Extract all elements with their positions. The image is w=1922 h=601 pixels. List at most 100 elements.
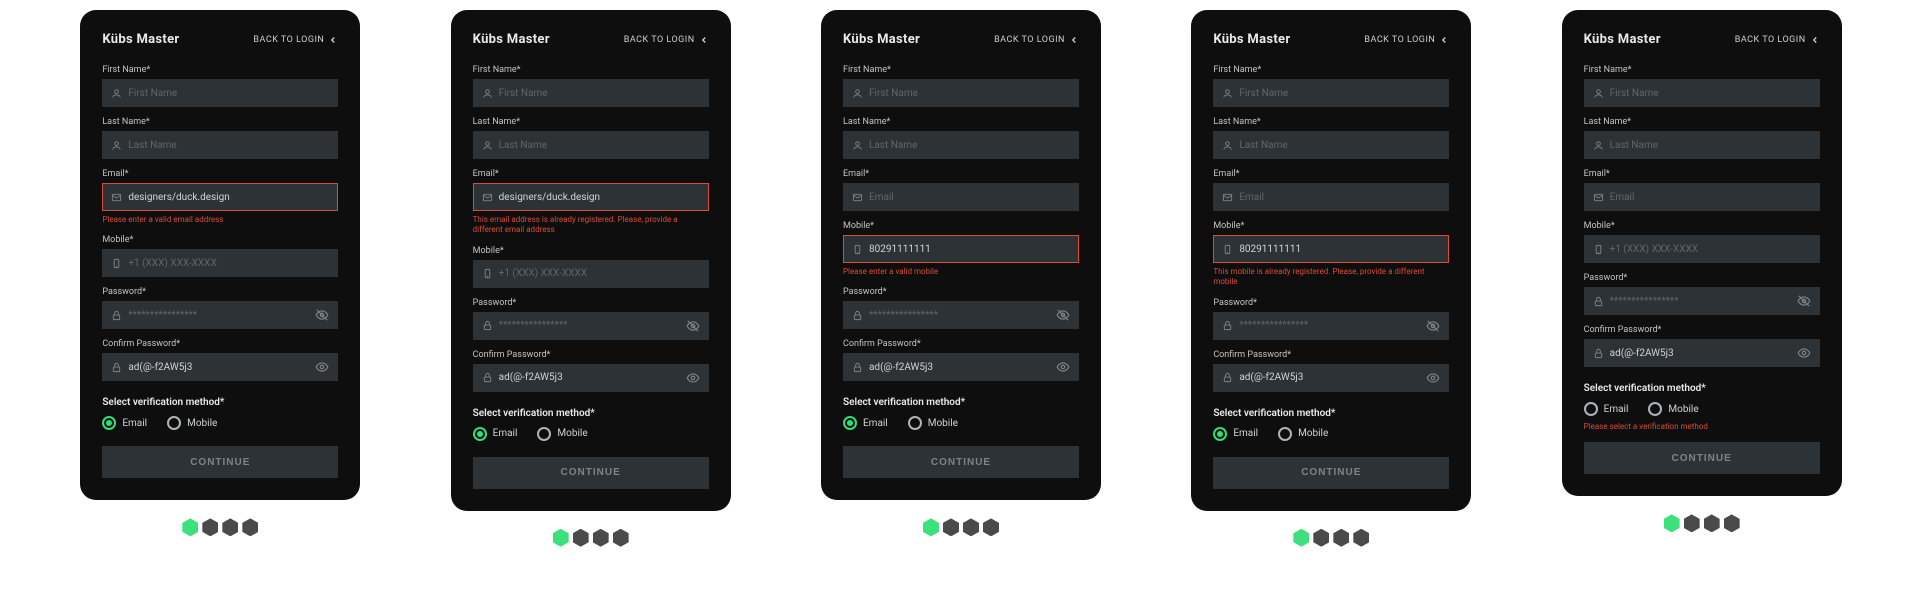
- continue-button[interactable]: CONTINUE: [102, 446, 338, 478]
- email-label: Email*: [1584, 169, 1820, 179]
- verify-radio-group: Email Mobile: [102, 416, 338, 430]
- first-name-input[interactable]: First Name: [843, 79, 1079, 107]
- last-name-input[interactable]: Last Name: [1213, 131, 1449, 159]
- password-input[interactable]: ****************: [843, 301, 1079, 329]
- first-name-input[interactable]: First Name: [102, 79, 338, 107]
- chevron-left-icon: [1069, 35, 1079, 45]
- confirm-password-input[interactable]: ad(@-f2AW5j3: [843, 353, 1079, 381]
- back-to-login-link[interactable]: BACK TO LOGIN: [1735, 35, 1820, 45]
- radio-mobile-label: Mobile: [928, 418, 958, 429]
- eye-off-icon[interactable]: [1426, 319, 1440, 333]
- confirm-password-input[interactable]: ad(@-f2AW5j3: [102, 353, 338, 381]
- lock-icon: [111, 310, 122, 321]
- pagination-hex-row: [553, 529, 629, 547]
- password-input[interactable]: ****************: [1584, 287, 1820, 315]
- password-placeholder: ****************: [128, 310, 309, 321]
- phone-icon: [1593, 244, 1604, 255]
- back-label: BACK TO LOGIN: [994, 35, 1065, 45]
- password-label: Password*: [843, 287, 1079, 297]
- email-input[interactable]: Email: [1213, 183, 1449, 211]
- continue-button[interactable]: CONTINUE: [843, 446, 1079, 478]
- eye-off-icon[interactable]: [315, 308, 329, 322]
- mail-icon: [111, 192, 122, 203]
- signup-card: Kübs Master BACK TO LOGIN First Name* Fi…: [451, 10, 731, 511]
- back-to-login-link[interactable]: BACK TO LOGIN: [1364, 35, 1449, 45]
- verify-method-label: Select verification method*: [843, 397, 1079, 408]
- first-name-label: First Name*: [1213, 65, 1449, 75]
- hex-indicator: [943, 518, 959, 536]
- email-input[interactable]: Email: [843, 183, 1079, 211]
- first-name-input[interactable]: First Name: [473, 79, 709, 107]
- eye-off-icon[interactable]: [1797, 294, 1811, 308]
- eye-icon[interactable]: [1056, 360, 1070, 374]
- radio-email[interactable]: Email: [843, 416, 888, 430]
- first-name-input[interactable]: First Name: [1213, 79, 1449, 107]
- last-name-input[interactable]: Last Name: [102, 131, 338, 159]
- eye-off-icon[interactable]: [686, 319, 700, 333]
- eye-icon[interactable]: [1426, 371, 1440, 385]
- mobile-input[interactable]: 80291111111: [1213, 235, 1449, 263]
- eye-off-icon[interactable]: [1056, 308, 1070, 322]
- radio-email[interactable]: Email: [1213, 427, 1258, 441]
- radio-mobile[interactable]: Mobile: [1648, 402, 1698, 416]
- radio-email-label: Email: [863, 418, 888, 429]
- brand-title: Kübs Master: [473, 32, 550, 47]
- pagination-hex-row: [1293, 529, 1369, 547]
- confirm-password-input[interactable]: ad(@-f2AW5j3: [1213, 364, 1449, 392]
- lock-icon: [111, 362, 122, 373]
- radio-email[interactable]: Email: [102, 416, 147, 430]
- back-label: BACK TO LOGIN: [1735, 35, 1806, 45]
- mobile-input[interactable]: +1 (XXX) XXX-XXXX: [1584, 235, 1820, 263]
- hex-indicator: [593, 529, 609, 547]
- back-to-login-link[interactable]: BACK TO LOGIN: [624, 35, 709, 45]
- mobile-input[interactable]: +1 (XXX) XXX-XXXX: [473, 260, 709, 288]
- email-placeholder: Email: [1610, 192, 1811, 203]
- email-input[interactable]: designers/duck.design: [102, 183, 338, 211]
- password-input[interactable]: ****************: [102, 301, 338, 329]
- pagination-hex-row: [182, 518, 258, 536]
- radio-email[interactable]: Email: [1584, 402, 1629, 416]
- password-label: Password*: [1213, 298, 1449, 308]
- lock-icon: [482, 372, 493, 383]
- continue-button[interactable]: CONTINUE: [473, 457, 709, 489]
- email-placeholder: Email: [869, 192, 1070, 203]
- radio-mobile-label: Mobile: [187, 418, 217, 429]
- signup-card: Kübs Master BACK TO LOGIN First Name* Fi…: [821, 10, 1101, 500]
- password-input[interactable]: ****************: [1213, 312, 1449, 340]
- first-name-placeholder: First Name: [869, 88, 1070, 99]
- email-input[interactable]: Email: [1584, 183, 1820, 211]
- continue-button[interactable]: CONTINUE: [1213, 457, 1449, 489]
- radio-mobile[interactable]: Mobile: [537, 427, 587, 441]
- continue-button[interactable]: CONTINUE: [1584, 442, 1820, 474]
- confirm-password-value: ad(@-f2AW5j3: [499, 372, 680, 383]
- confirm-password-input[interactable]: ad(@-f2AW5j3: [1584, 339, 1820, 367]
- eye-icon[interactable]: [315, 360, 329, 374]
- hex-indicator: [983, 518, 999, 536]
- continue-label: CONTINUE: [561, 467, 621, 478]
- last-name-label: Last Name*: [1584, 117, 1820, 127]
- mobile-label: Mobile*: [473, 246, 709, 256]
- mobile-input[interactable]: 80291111111: [843, 235, 1079, 263]
- password-input[interactable]: ****************: [473, 312, 709, 340]
- radio-mobile[interactable]: Mobile: [908, 416, 958, 430]
- eye-icon[interactable]: [1797, 346, 1811, 360]
- first-name-placeholder: First Name: [1239, 88, 1440, 99]
- back-to-login-link[interactable]: BACK TO LOGIN: [994, 35, 1079, 45]
- lock-icon: [852, 310, 863, 321]
- back-to-login-link[interactable]: BACK TO LOGIN: [253, 35, 338, 45]
- first-name-label: First Name*: [102, 65, 338, 75]
- eye-icon[interactable]: [686, 371, 700, 385]
- last-name-input[interactable]: Last Name: [843, 131, 1079, 159]
- card-header: Kübs Master BACK TO LOGIN: [843, 32, 1079, 47]
- confirm-password-label: Confirm Password*: [102, 339, 338, 349]
- email-input[interactable]: designers/duck.design: [473, 183, 709, 211]
- radio-email[interactable]: Email: [473, 427, 518, 441]
- radio-mobile[interactable]: Mobile: [1278, 427, 1328, 441]
- last-name-input[interactable]: Last Name: [1584, 131, 1820, 159]
- first-name-input[interactable]: First Name: [1584, 79, 1820, 107]
- radio-mobile[interactable]: Mobile: [167, 416, 217, 430]
- mobile-input[interactable]: +1 (XXX) XXX-XXXX: [102, 249, 338, 277]
- brand-title: Kübs Master: [843, 32, 920, 47]
- last-name-input[interactable]: Last Name: [473, 131, 709, 159]
- confirm-password-input[interactable]: ad(@-f2AW5j3: [473, 364, 709, 392]
